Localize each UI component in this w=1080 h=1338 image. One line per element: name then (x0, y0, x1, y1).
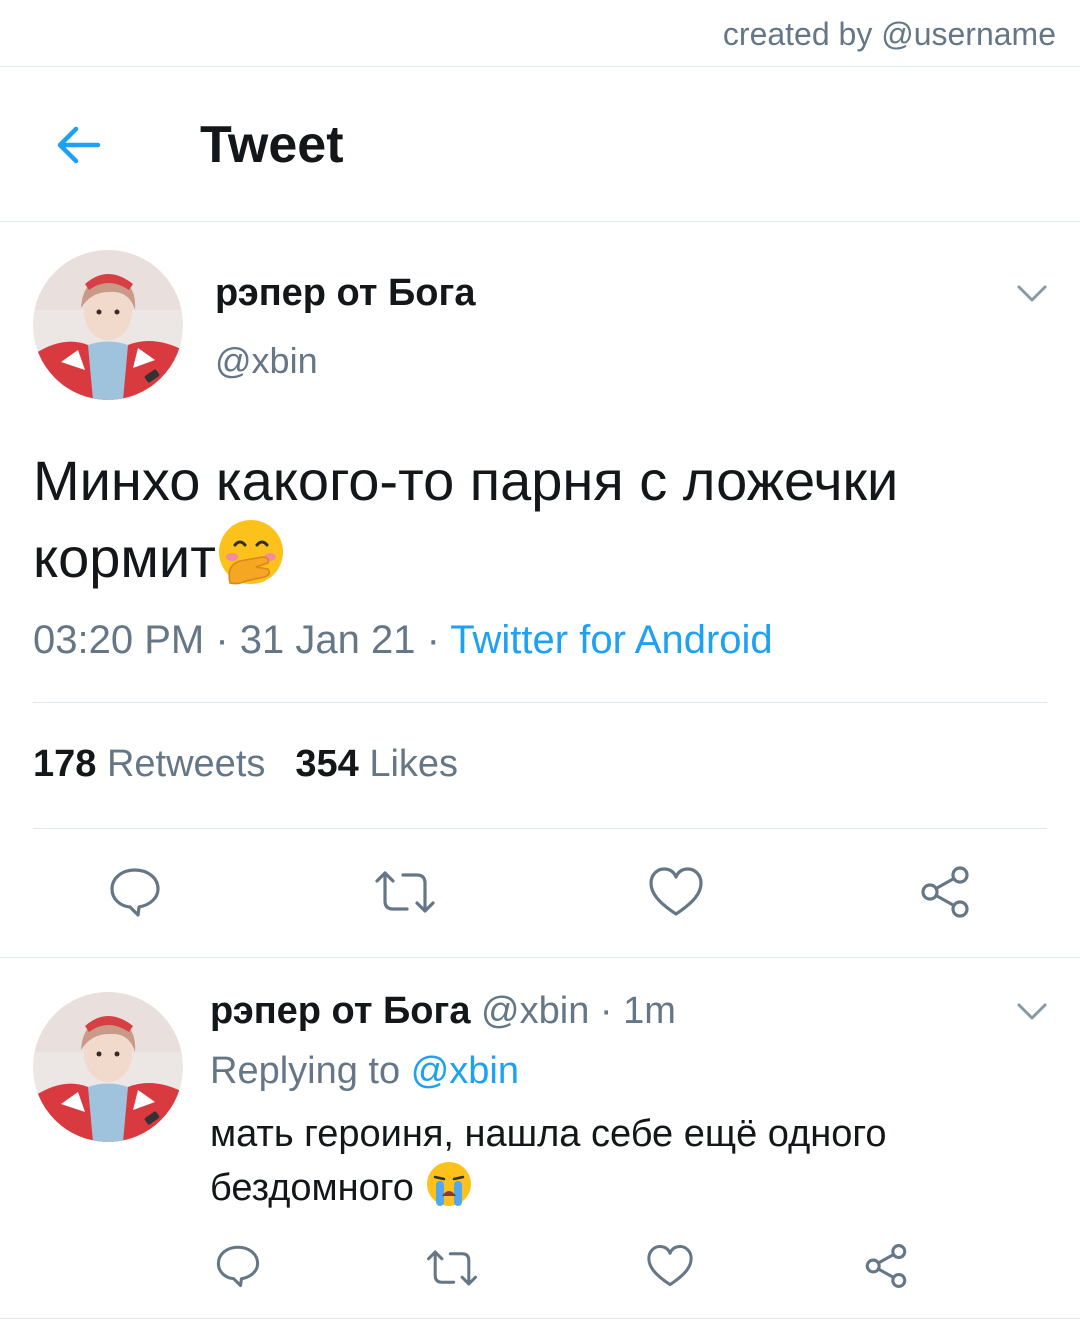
back-button[interactable] (48, 119, 108, 171)
reply-like-button[interactable] (644, 1240, 696, 1292)
retweet-icon (375, 871, 435, 913)
tweet-meta: 03:20 PM · 31 Jan 21 · Twitter for Andro… (33, 618, 773, 663)
reply-share-button[interactable] (860, 1240, 912, 1292)
arrow-left-icon (57, 126, 101, 164)
credit-bar: created by @username (0, 0, 1080, 67)
retweets-count: 178 (33, 743, 97, 785)
retweets-label: Retweets (106, 743, 266, 785)
reply-avatar[interactable] (33, 992, 183, 1142)
chevron-down-icon (1017, 1003, 1047, 1020)
reply-header: рэпер от Бога @xbin · 1m (210, 990, 676, 1033)
reply-author-name[interactable]: рэпер от Бога (210, 990, 470, 1032)
loudly-crying-face-icon (425, 1160, 473, 1222)
face-with-hand-over-mouth-icon (216, 517, 286, 604)
divider (33, 702, 1047, 703)
tweet-text-content: Минхо какого-то парня с ложечки кормит (33, 449, 899, 589)
reply-author-handle[interactable]: @xbin (481, 990, 589, 1032)
reply-button[interactable] (105, 862, 165, 922)
credit-text: created by @username (722, 16, 1056, 52)
reply-text: мать героиня, нашла себе ещё одного безд… (210, 1108, 1050, 1222)
meta-separator: · (415, 618, 451, 662)
reply-separator: · (589, 990, 624, 1032)
share-icon (865, 1244, 907, 1288)
likes-stat[interactable]: 354 Likes (295, 743, 458, 785)
thread-divider (0, 957, 1080, 958)
page-title: Tweet (200, 116, 344, 174)
reply-text-content: мать героиня, нашла себе ещё одного безд… (210, 1113, 887, 1209)
reply-retweet-button[interactable] (424, 1242, 480, 1294)
reply-options-button[interactable] (1016, 1002, 1048, 1022)
reply-icon (110, 868, 160, 917)
heart-icon (649, 867, 703, 916)
tweet-source-link[interactable]: Twitter for Android (450, 618, 772, 662)
share-icon (921, 866, 969, 918)
replying-handle-link[interactable]: @xbin (411, 1050, 519, 1092)
chevron-down-icon (1017, 285, 1047, 302)
divider (33, 828, 1047, 829)
likes-count: 354 (295, 743, 359, 785)
bottom-divider (0, 1318, 1080, 1319)
heart-icon (647, 1245, 693, 1287)
like-button[interactable] (646, 862, 706, 922)
reply-icon (216, 1245, 260, 1288)
tweet-options-button[interactable] (1016, 284, 1048, 304)
author-handle[interactable]: @xbin (215, 340, 318, 382)
tweet-date: 31 Jan 21 (239, 618, 416, 662)
tweet-time: 03:20 PM (33, 618, 205, 662)
likes-label: Likes (369, 743, 459, 785)
tweet-stats: 178 Retweets 354 Likes (33, 743, 458, 786)
reply-reply-button[interactable] (212, 1240, 264, 1292)
tweet-header: Tweet (0, 67, 1080, 222)
retweets-stat[interactable]: 178 Retweets (33, 743, 265, 785)
share-button[interactable] (915, 862, 975, 922)
replying-to: Replying to @xbin (210, 1050, 519, 1093)
reply-age: 1m (623, 990, 676, 1032)
replying-prefix: Replying to (210, 1050, 401, 1092)
avatar[interactable] (33, 250, 183, 400)
tweet-text: Минхо какого-то парня с ложечки кормит (33, 445, 1053, 604)
retweet-icon (426, 1250, 478, 1286)
retweet-button[interactable] (372, 862, 438, 922)
meta-separator: · (204, 618, 240, 662)
author-name[interactable]: рэпер от Бога (215, 272, 475, 315)
